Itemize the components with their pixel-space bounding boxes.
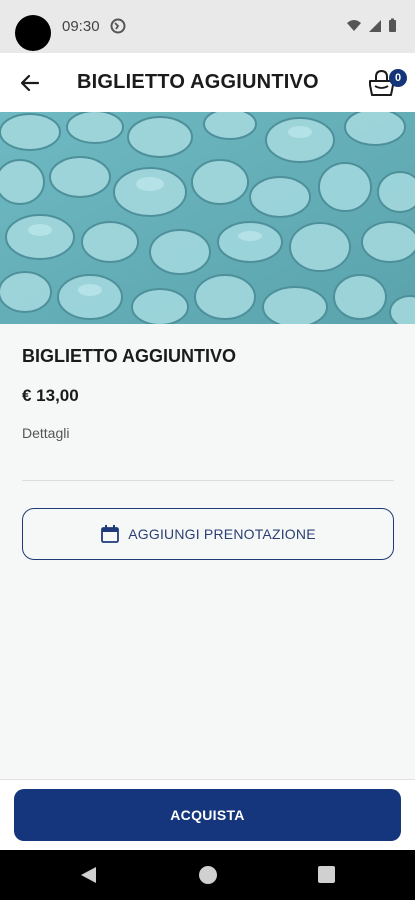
hero-image bbox=[0, 112, 415, 324]
cart-count-badge: 0 bbox=[389, 69, 407, 87]
footer: ACQUISTA bbox=[0, 779, 415, 850]
divider bbox=[22, 480, 394, 481]
battery-icon bbox=[389, 18, 396, 32]
buy-button[interactable]: ACQUISTA bbox=[14, 789, 401, 841]
buy-button-label: ACQUISTA bbox=[170, 807, 245, 823]
back-button[interactable] bbox=[14, 67, 46, 99]
product-price: € 13,00 bbox=[22, 386, 79, 405]
details-label[interactable]: Dettagli bbox=[22, 425, 69, 441]
add-booking-button[interactable]: AGGIUNGI PRENOTAZIONE bbox=[22, 508, 394, 560]
status-bar: 09:30 bbox=[0, 0, 415, 53]
arrow-left-icon bbox=[20, 74, 40, 92]
camera-cutout bbox=[15, 15, 51, 51]
nav-back-icon[interactable] bbox=[78, 866, 98, 884]
calendar-icon bbox=[101, 525, 120, 543]
signal-icon bbox=[369, 20, 381, 32]
globe-icon bbox=[110, 18, 126, 34]
status-icons bbox=[347, 18, 396, 32]
nav-recents-icon[interactable] bbox=[318, 866, 335, 883]
pebbles-water-image bbox=[0, 112, 415, 324]
product-title: BIGLIETTO AGGIUNTIVO bbox=[22, 346, 237, 366]
page-title: BIGLIETTO AGGIUNTIVO bbox=[77, 71, 319, 93]
product-section: BIGLIETTO AGGIUNTIVO € 13,00 Dettagli AG… bbox=[0, 324, 415, 779]
add-booking-label: AGGIUNGI PRENOTAZIONE bbox=[128, 526, 316, 542]
wifi-icon bbox=[347, 20, 361, 31]
system-nav-bar bbox=[0, 850, 415, 900]
nav-home-icon[interactable] bbox=[199, 866, 217, 884]
cart-button[interactable]: 0 bbox=[365, 63, 407, 103]
status-time: 09:30 bbox=[62, 18, 100, 35]
app-bar: BIGLIETTO AGGIUNTIVO 0 bbox=[0, 53, 415, 112]
